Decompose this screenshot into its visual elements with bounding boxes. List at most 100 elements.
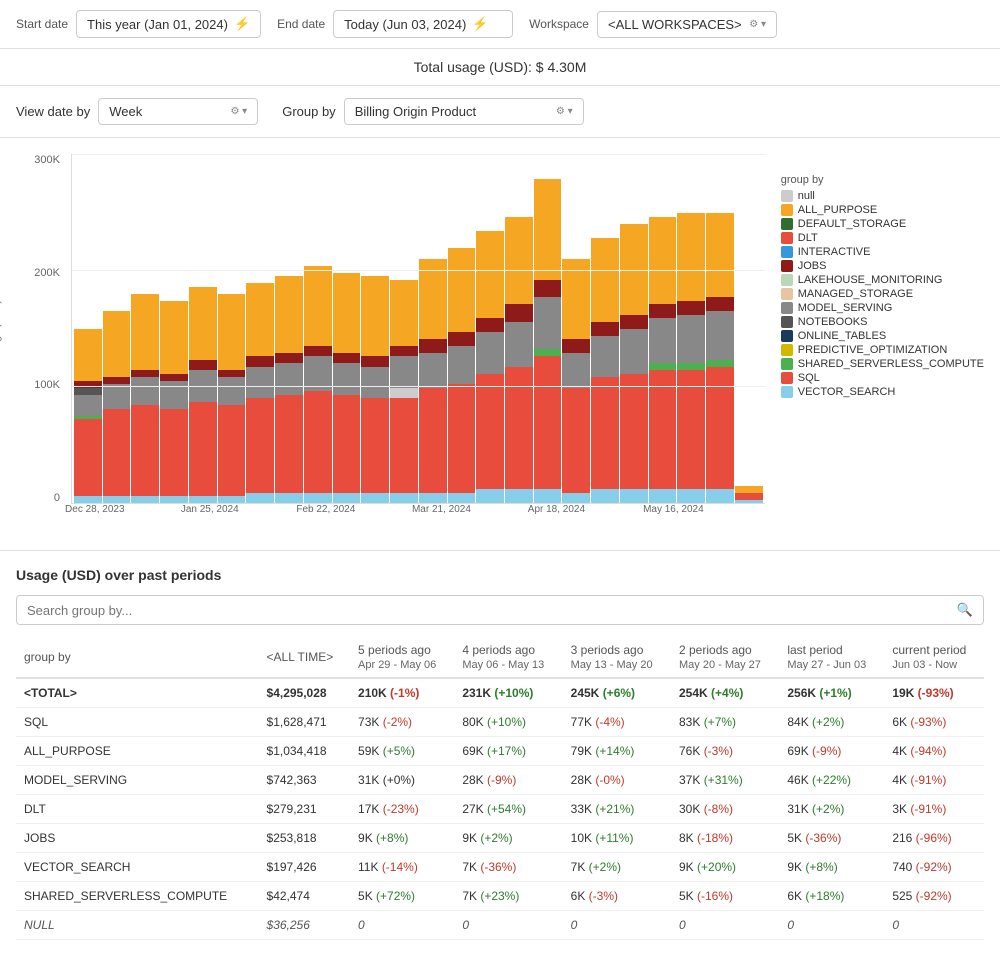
cell-p2: 37K (+31%) xyxy=(671,766,779,795)
cell-pct: (-92%) xyxy=(916,860,952,874)
group-by-select[interactable]: Billing Origin Product ⚙ ▾ xyxy=(344,98,584,125)
cell-p3: 7K (+2%) xyxy=(563,853,671,882)
legend-items-container: nullALL_PURPOSEDEFAULT_STORAGEDLTINTERAC… xyxy=(781,190,984,398)
cell-pct: (-9%) xyxy=(487,773,516,787)
cell-p4: 69K (+17%) xyxy=(454,737,562,766)
cell-p3: 33K (+21%) xyxy=(563,795,671,824)
end-date-value: Today (Jun 03, 2024) xyxy=(344,17,466,32)
legend-label: DLT xyxy=(798,232,818,244)
search-input[interactable] xyxy=(27,603,949,618)
legend-item: ALL_PURPOSE xyxy=(781,204,984,216)
table-section: Usage (USD) over past periods 🔍 group by… xyxy=(0,551,1000,956)
cell-p4: 28K (-9%) xyxy=(454,766,562,795)
legend-label: ONLINE_TABLES xyxy=(798,330,886,342)
workspace-chevron: ⚙ ▾ xyxy=(749,19,766,30)
table-row: ALL_PURPOSE$1,034,41859K (+5%)69K (+17%)… xyxy=(16,737,984,766)
cell-all_time: $36,256 xyxy=(259,911,351,940)
workspace-group: Workspace <ALL WORKSPACES> ⚙ ▾ xyxy=(529,11,777,38)
cell-p5: 17K (-23%) xyxy=(350,795,454,824)
cell-main-value: 6K xyxy=(787,889,805,903)
legend-swatch xyxy=(781,372,793,384)
legend-swatch xyxy=(781,218,793,230)
legend-item: PREDICTIVE_OPTIMIZATION xyxy=(781,344,984,356)
legend-swatch xyxy=(781,344,793,356)
cell-p4: 0 xyxy=(454,911,562,940)
y-tick-0: 0 xyxy=(54,492,60,504)
cell-pct: (+17%) xyxy=(487,744,526,758)
cell-main-value: 28K xyxy=(571,773,596,787)
grid-line-mid1 xyxy=(72,270,765,271)
cell-p1: 69K (-9%) xyxy=(779,737,884,766)
end-date-input[interactable]: Today (Jun 03, 2024) ⚡ xyxy=(333,10,513,38)
cell-p1: 5K (-36%) xyxy=(779,824,884,853)
cell-p2: 9K (+20%) xyxy=(671,853,779,882)
cell-main-value: 245K xyxy=(571,686,603,700)
cell-pct: (+10%) xyxy=(494,686,533,700)
table-row: DLT$279,23117K (-23%)27K (+54%)33K (+21%… xyxy=(16,795,984,824)
y-tick-200k: 200K xyxy=(34,267,60,279)
end-date-group: End date Today (Jun 03, 2024) ⚡ xyxy=(277,10,513,38)
cell-main-value: 69K xyxy=(787,744,812,758)
cell-main-value: 84K xyxy=(787,715,812,729)
cell-main-value: 4K xyxy=(892,773,910,787)
table-row: <TOTAL>$4,295,028210K (-1%)231K (+10%)24… xyxy=(16,678,984,708)
cell-main-value: 59K xyxy=(358,744,383,758)
cell-all_time: $42,474 xyxy=(259,882,351,911)
cell-p1: 84K (+2%) xyxy=(779,708,884,737)
legend-item: SQL xyxy=(781,372,984,384)
legend-label: NOTEBOOKS xyxy=(798,316,868,328)
group-by-label: Group by xyxy=(282,104,335,119)
cell-pct: (+11%) xyxy=(595,831,633,845)
legend-item: ONLINE_TABLES xyxy=(781,330,984,342)
legend-swatch xyxy=(781,260,793,272)
cell-p0: 740 (-92%) xyxy=(884,853,984,882)
cell-p0: 4K (-91%) xyxy=(884,766,984,795)
cell-p0: 0 xyxy=(884,911,984,940)
cell-main-value: 28K xyxy=(462,773,487,787)
cell-main-value: 10K xyxy=(571,831,596,845)
table-row: NULL$36,256000000 xyxy=(16,911,984,940)
cell-main-value: 4K xyxy=(892,744,910,758)
cell-p5: 31K (+0%) xyxy=(350,766,454,795)
cell-main-value: 76K xyxy=(679,744,704,758)
legend-swatch xyxy=(781,232,793,244)
table-row: SQL$1,628,47173K (-2%)80K (+10%)77K (-4%… xyxy=(16,708,984,737)
legend-label: LAKEHOUSE_MONITORING xyxy=(798,274,943,286)
cell-p2: 254K (+4%) xyxy=(671,678,779,708)
workspace-select[interactable]: <ALL WORKSPACES> ⚙ ▾ xyxy=(597,11,777,38)
view-date-by-group: View date by Week ⚙ ▾ xyxy=(16,98,258,125)
search-bar[interactable]: 🔍 xyxy=(16,595,984,625)
cell-pct: (+2%) xyxy=(812,715,844,729)
view-date-by-select[interactable]: Week ⚙ ▾ xyxy=(98,98,258,125)
legend-item: null xyxy=(781,190,984,202)
cell-pct: (+21%) xyxy=(595,802,634,816)
cell-group_by: NULL xyxy=(16,911,259,940)
cell-p3: 0 xyxy=(563,911,671,940)
cell-pct: (-92%) xyxy=(916,889,952,903)
legend-item: VECTOR_SEARCH xyxy=(781,386,984,398)
cell-main-value: 7K xyxy=(462,889,480,903)
cell-p4: 231K (+10%) xyxy=(454,678,562,708)
cell-pct: (-18%) xyxy=(697,831,733,845)
cell-group_by: ALL_PURPOSE xyxy=(16,737,259,766)
cell-main-value: 7K xyxy=(462,860,480,874)
start-date-value: This year (Jan 01, 2024) xyxy=(87,17,228,32)
cell-p3: 6K (-3%) xyxy=(563,882,671,911)
y-tick-300k: 300K xyxy=(34,154,60,166)
search-icon: 🔍 xyxy=(957,602,973,618)
cell-main-value: 5K xyxy=(679,889,697,903)
legend-swatch xyxy=(781,302,793,314)
table-row: SHARED_SERVERLESS_COMPUTE$42,4745K (+72%… xyxy=(16,882,984,911)
usage-table: group by <ALL TIME> 5 periods agoApr 29 … xyxy=(16,637,984,940)
legend-swatch xyxy=(781,274,793,286)
cell-p1: 46K (+22%) xyxy=(779,766,884,795)
grid-line-top xyxy=(72,154,765,155)
cell-main-value: 9K xyxy=(462,831,480,845)
cell-all_time: $279,231 xyxy=(259,795,351,824)
cell-all_time: $742,363 xyxy=(259,766,351,795)
start-date-input[interactable]: This year (Jan 01, 2024) ⚡ xyxy=(76,10,261,38)
workspace-label: Workspace xyxy=(529,17,589,31)
cell-pct: (+22%) xyxy=(812,773,851,787)
legend-swatch xyxy=(781,204,793,216)
cell-main-value: 17K xyxy=(358,802,383,816)
